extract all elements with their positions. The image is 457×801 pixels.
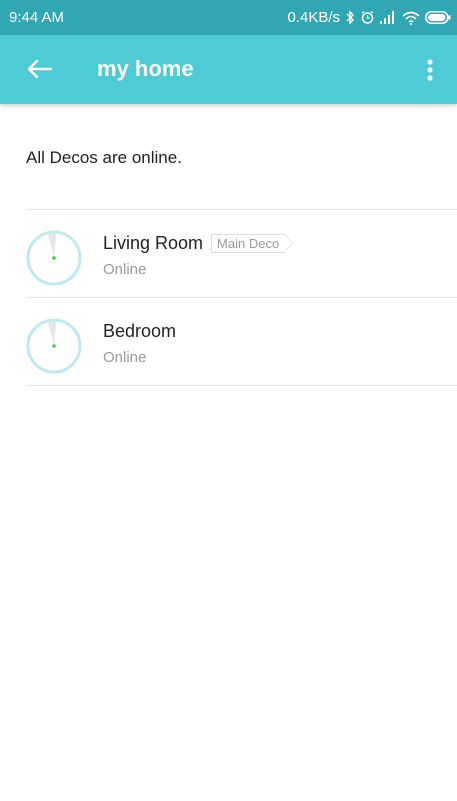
device-name-text: Bedroom [103, 321, 177, 341]
battery-icon [425, 11, 451, 24]
main-deco-badge: Main Deco [211, 234, 294, 253]
device-row-bedroom[interactable]: Bedroom Online [0, 297, 457, 385]
device-name: Living Room Main Deco [103, 233, 294, 254]
arrow-left-icon[interactable] [26, 57, 54, 81]
deco-device-icon [26, 230, 82, 286]
network-status-message: All Decos are online. [26, 148, 182, 167]
status-icons: 0.4KB/s [287, 9, 451, 26]
network-speed: 0.4KB/s [287, 9, 340, 26]
status-time: 9:44 AM [9, 9, 65, 26]
device-status: Online [103, 261, 147, 278]
device-name-text: Living Room [103, 233, 204, 253]
wifi-icon [402, 11, 420, 25]
page-title: my home [97, 56, 194, 81]
divider [26, 385, 457, 386]
device-status: Online [103, 349, 147, 366]
deco-device-icon [26, 318, 82, 374]
device-name: Bedroom [103, 321, 176, 342]
more-vert-icon[interactable] [418, 56, 442, 84]
status-bar: 9:44 AM 0.4KB/s [0, 0, 457, 35]
device-row-living-room[interactable]: Living Room Main Deco Online [0, 209, 457, 297]
signal-icon [380, 11, 394, 24]
app-bar: my home [0, 35, 457, 104]
alarm-icon [361, 10, 374, 24]
bluetooth-icon [346, 10, 354, 25]
